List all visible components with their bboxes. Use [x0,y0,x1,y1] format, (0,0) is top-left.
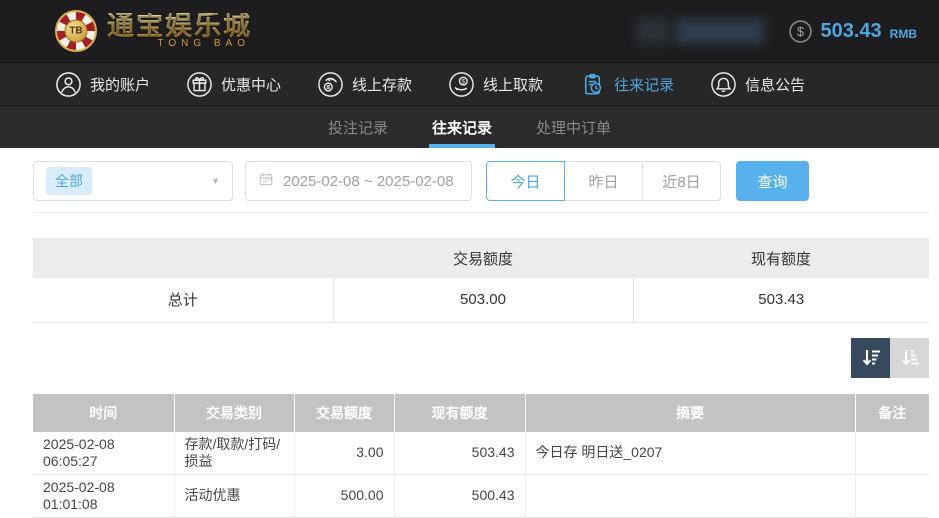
header-summary: 摘要 [525,393,856,432]
summary-total-label: 总计 [33,278,334,323]
summary-total-row: 总计 503.00 503.43 [33,278,929,323]
balance-unit: RMB [889,26,917,41]
tab-label: 处理中订单 [536,119,612,137]
divider [33,212,929,213]
record-balance: 503.43 [394,431,526,475]
nav-label: 信息公告 [745,76,806,94]
brand-title: 通宝娱乐城 [107,11,252,41]
today-button[interactable]: 今日 [486,161,565,201]
summary-header-current-balance: 现有额度 [633,238,929,278]
records-icon [579,71,606,98]
topbar: TB 通宝娱乐城 TONG BAO $ 503.43 RMB [0,0,939,62]
search-button[interactable]: 查询 [736,161,809,201]
tab-label: 往来记录 [431,119,492,137]
yesterday-button[interactable]: 昨日 [564,161,643,201]
record-row: 2025-02-08 01:01:08 活动优惠 500.00 500.43 [33,474,929,518]
nav-item-transaction-records[interactable]: 往来记录 [579,71,674,98]
type-select[interactable]: 全部 ▼ [33,161,233,201]
record-type: 活动优惠 [174,474,295,518]
summary-header-row: 交易额度 现有额度 [33,238,929,278]
nav-item-online-withdrawal[interactable]: $ 线上取款 [448,71,543,98]
chip-badge: TB [64,19,88,43]
quick-range-group: 今日 昨日 近8日 [486,161,721,201]
records-table: 时间 交易类别 交易额度 现有额度 摘要 备注 2025-02-08 06:05… [33,393,929,518]
record-time: 2025-02-08 01:01:08 [33,474,175,518]
filter-row: 全部 ▼ 2025-02-08 ~ 2025-02-08 今日 昨日 近8日 查… [33,161,929,201]
tab-label: 投注记录 [327,119,388,137]
record-time: 2025-02-08 06:05:27 [33,431,175,475]
calendar-icon [258,171,274,191]
poker-chip-icon: TB [55,10,97,52]
svg-text:$: $ [797,25,804,39]
brand-logo[interactable]: TB 通宝娱乐城 TONG BAO [55,10,252,52]
sort-controls [33,337,929,378]
user-icon [55,71,82,98]
summary-table: 交易额度 现有额度 总计 503.00 503.43 [33,238,929,323]
withdraw-icon: $ [448,71,475,98]
balance-amount: 503.43 [820,19,882,42]
username-redacted [636,18,764,44]
record-type: 存款/取款/打码/损益 [174,431,295,475]
nav-label: 我的账户 [90,76,151,94]
brand-text: 通宝娱乐城 TONG BAO [107,13,252,49]
nav-label: 优惠中心 [221,76,282,94]
deposit-icon [317,71,344,98]
type-select-value: 全部 [46,167,92,195]
date-range-input[interactable]: 2025-02-08 ~ 2025-02-08 [245,161,472,201]
sort-ascending-icon [898,346,922,370]
record-subtabs: 投注记录 往来记录 处理中订单 [0,105,939,148]
sort-descending-icon [859,346,883,370]
nav-item-online-deposit[interactable]: 线上存款 [317,71,412,98]
nav-label: 往来记录 [614,76,675,94]
main-nav: 我的账户 优惠中心 线上存款 $ 线上取款 往来记录 信息公告 [0,62,939,105]
sort-ascending-button[interactable] [890,337,929,378]
record-note [855,474,929,518]
record-summary: 今日存 明日送_0207 [525,431,856,475]
record-amount: 3.00 [294,431,395,475]
last-8-days-button[interactable]: 近8日 [642,161,721,201]
sort-descending-button[interactable] [851,337,890,378]
nav-item-announcements[interactable]: 信息公告 [710,71,805,98]
header-time: 时间 [33,393,175,432]
header-transaction-amount: 交易额度 [294,393,395,432]
bell-icon [710,71,737,98]
record-amount: 500.00 [294,474,395,518]
summary-current-balance: 503.43 [633,278,929,323]
record-row: 2025-02-08 06:05:27 存款/取款/打码/损益 3.00 503… [33,431,929,475]
tab-betting-records[interactable]: 投注记录 [328,106,388,148]
record-balance: 500.43 [394,474,526,518]
date-range-value: 2025-02-08 ~ 2025-02-08 [283,172,454,190]
nav-label: 线上取款 [483,76,544,94]
dollar-icon: $ [788,19,813,44]
summary-transaction-amount: 503.00 [333,278,634,323]
header-note: 备注 [855,393,929,432]
record-summary [525,474,856,518]
nav-label: 线上存款 [352,76,413,94]
topbar-right: $ 503.43 RMB [636,18,917,44]
summary-header-transaction-amount: 交易额度 [333,238,633,278]
nav-item-promotions[interactable]: 优惠中心 [186,71,281,98]
header-transaction-type: 交易类别 [174,393,295,432]
tab-processing-orders[interactable]: 处理中订单 [536,106,611,148]
record-note [855,431,929,475]
nav-item-my-account[interactable]: 我的账户 [55,71,150,98]
header-current-balance: 现有额度 [394,393,526,432]
svg-text:$: $ [461,78,465,85]
records-header-row: 时间 交易类别 交易额度 现有额度 摘要 备注 [33,393,929,432]
content: 全部 ▼ 2025-02-08 ~ 2025-02-08 今日 昨日 近8日 查… [0,148,939,518]
wallet-balance[interactable]: $ 503.43 RMB [788,19,917,44]
brand-subtitle: TONG BAO [157,38,250,49]
summary-header-empty [33,238,333,278]
chevron-down-icon: ▼ [211,176,220,186]
gift-icon [186,71,213,98]
tab-transaction-records[interactable]: 往来记录 [432,106,492,148]
